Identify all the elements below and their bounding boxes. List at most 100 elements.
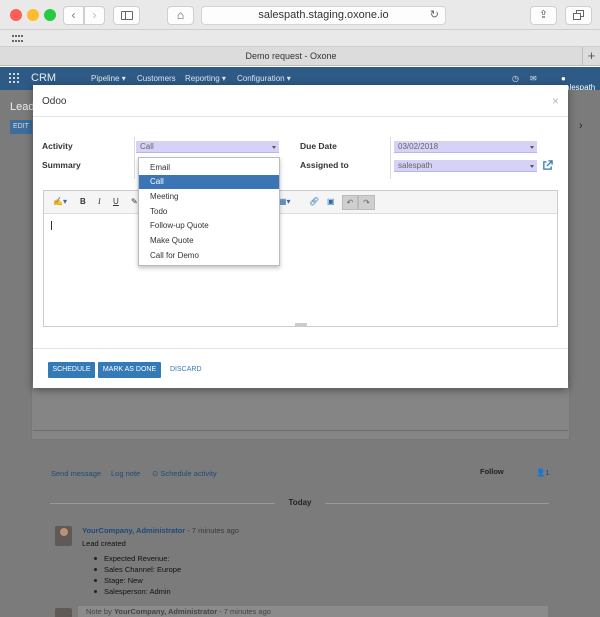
reload-icon[interactable]: ↻ [430, 7, 439, 24]
chevron-left-icon: ‹ [71, 8, 76, 22]
list-item: Expected Revenue: [93, 554, 181, 565]
menu-configuration[interactable]: Configuration ▾ [237, 74, 291, 83]
sidebar-toggle-button[interactable] [113, 6, 140, 25]
text-cursor [51, 221, 52, 230]
close-icon[interactable]: × [552, 94, 559, 108]
assigned-to-value: salespath [398, 161, 433, 170]
address-bar[interactable]: salespath.staging.oxone.io ↻ [201, 6, 446, 25]
underline-button[interactable]: U [113, 197, 119, 206]
favorites-bar [0, 30, 600, 47]
chevron-right-icon[interactable]: › [579, 120, 583, 132]
menu-pipeline[interactable]: Pipeline ▾ [91, 74, 126, 83]
edit-button[interactable]: EDIT [10, 120, 32, 134]
share-icon: ⇪ [538, 9, 549, 21]
activity-select[interactable]: Call [136, 141, 279, 153]
share-button[interactable]: ⇪ [530, 6, 557, 25]
option-call[interactable]: Call [139, 175, 279, 189]
activity-dropdown: Email Call Meeting Todo Follow-up Quote … [138, 157, 280, 266]
note-prefix: Note by [86, 607, 114, 616]
schedule-button[interactable]: SCHEDULE [48, 362, 95, 378]
apps-menu-icon[interactable] [9, 73, 19, 83]
caret-down-icon [272, 146, 276, 149]
option-meeting[interactable]: Meeting [139, 190, 279, 204]
new-tab-button[interactable]: + [582, 47, 600, 66]
schedule-activity-dialog: Odoo × Activity Summary Call Due Date As… [33, 85, 568, 388]
favorites-grid-icon[interactable] [12, 35, 23, 43]
dialog-footer: SCHEDULE MARK AS DONE DISCARD [33, 348, 568, 388]
send-message-link[interactable]: Send message [51, 469, 101, 478]
due-date-value: 03/02/2018 [398, 142, 439, 151]
option-follow-up-quote[interactable]: Follow-up Quote [139, 219, 279, 233]
list-item: Stage: New [93, 576, 181, 587]
log-note-link[interactable]: Log note [111, 469, 140, 478]
note-author[interactable]: YourCompany, Administrator [114, 607, 217, 616]
tracking-values: Expected Revenue: Sales Channel: Europe … [93, 554, 181, 598]
avatar [55, 608, 72, 617]
caret-down-icon [530, 165, 534, 168]
message-author[interactable]: YourCompany, Administrator [82, 526, 185, 535]
divider [325, 503, 549, 504]
schedule-activity-link[interactable]: ⊙ Schedule activity [152, 469, 217, 478]
link-icon[interactable]: 🔗︎ [309, 197, 319, 206]
image-icon[interactable]: ▣ [327, 197, 335, 206]
minimize-window-button[interactable] [27, 9, 39, 21]
divider [134, 137, 135, 179]
activity-clock-icon[interactable]: ◷ [512, 74, 519, 83]
date-separator: Today [288, 498, 312, 507]
zoom-window-button[interactable] [44, 9, 56, 21]
breadcrumb: Lead [10, 101, 35, 113]
browser-titlebar: ‹ › ⌂ salespath.staging.oxone.io ↻ ⇪ [0, 0, 600, 30]
show-tabs-button[interactable] [565, 6, 592, 25]
editor-toolbar: ✍▾ B I U ✎ ▦▾ 🔗︎ ▣ ↶ ↷ [44, 191, 557, 214]
style-picker-icon[interactable]: ✍▾ [53, 197, 67, 206]
back-button[interactable]: ‹ [63, 6, 84, 25]
sidebar-icon [121, 11, 133, 20]
summary-label: Summary [42, 160, 81, 170]
eraser-icon[interactable]: ✎ [131, 197, 138, 206]
redo-button[interactable]: ↷ [358, 195, 375, 210]
resize-handle[interactable] [295, 323, 307, 326]
forward-button[interactable]: › [84, 6, 105, 25]
undo-button[interactable]: ↶ [342, 195, 358, 210]
table-button[interactable]: ▦▾ [279, 197, 291, 206]
message-header: YourCompany, Administrator - 7 minutes a… [82, 526, 239, 535]
caret-down-icon [530, 146, 534, 149]
list-item: Salesperson: Admin [93, 587, 181, 598]
activity-label: Activity [42, 141, 73, 151]
lead-form-card [31, 380, 570, 440]
home-icon: ⌂ [176, 8, 185, 22]
active-tab[interactable]: Demo request - Oxone [0, 47, 582, 66]
option-email[interactable]: Email [139, 161, 279, 175]
menu-reporting[interactable]: Reporting ▾ [185, 74, 226, 83]
message-body: Lead created [82, 539, 126, 548]
discard-button[interactable]: DISCARD [170, 362, 202, 378]
url-text: salespath.staging.oxone.io [258, 9, 389, 21]
app-brand[interactable]: CRM [31, 72, 56, 84]
divider [50, 503, 275, 504]
follow-button[interactable]: Follow [480, 467, 504, 476]
note-editor[interactable]: ✍▾ B I U ✎ ▦▾ 🔗︎ ▣ ↶ ↷ [43, 190, 558, 327]
divider [390, 137, 391, 179]
note-header: Note by YourCompany, Administrator - 7 m… [78, 606, 548, 617]
avatar: ● [561, 74, 566, 83]
external-link-icon[interactable] [542, 160, 553, 171]
assigned-to-label: Assigned to [300, 160, 349, 170]
due-date-label: Due Date [300, 141, 337, 151]
followers-count[interactable]: 👤1 [536, 468, 550, 477]
option-call-for-demo[interactable]: Call for Demo [139, 249, 279, 263]
assigned-to-select[interactable]: salespath [394, 160, 537, 172]
italic-button[interactable]: I [98, 197, 101, 206]
messages-icon[interactable]: ✉ [530, 74, 537, 83]
note-time: - 7 minutes ago [217, 607, 271, 616]
close-window-button[interactable] [10, 9, 22, 21]
activity-select-value: Call [140, 142, 154, 151]
option-make-quote[interactable]: Make Quote [139, 234, 279, 248]
option-todo[interactable]: Todo [139, 205, 279, 219]
due-date-field[interactable]: 03/02/2018 [394, 141, 537, 153]
bold-button[interactable]: B [80, 197, 86, 206]
menu-customers[interactable]: Customers [137, 74, 176, 83]
home-button[interactable]: ⌂ [167, 6, 194, 25]
avatar [55, 526, 72, 546]
dialog-header: Odoo × [33, 85, 568, 117]
mark-as-done-button[interactable]: MARK AS DONE [98, 362, 161, 378]
